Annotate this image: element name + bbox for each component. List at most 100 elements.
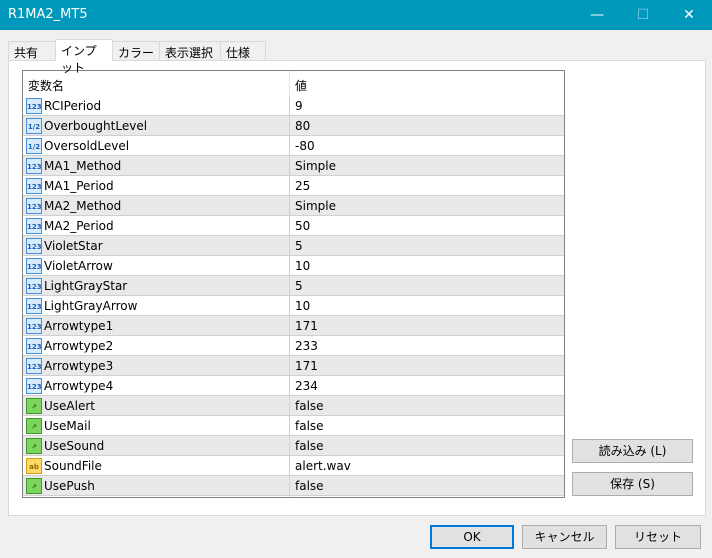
table-row[interactable]: 123 Arrowtype4 234 — [23, 376, 564, 396]
close-button[interactable]: ✕ — [666, 0, 712, 30]
cell-separator — [289, 96, 290, 116]
variable-value[interactable]: 10 — [295, 259, 310, 273]
variable-value[interactable]: Simple — [295, 199, 336, 213]
variable-value[interactable]: 233 — [295, 339, 318, 353]
variable-name: OverboughtLevel — [44, 119, 148, 133]
variable-value[interactable]: alert.wav — [295, 459, 351, 473]
table-row[interactable]: 123 VioletStar 5 — [23, 236, 564, 256]
table-row[interactable]: 123 LightGrayArrow 10 — [23, 296, 564, 316]
double-icon: 1/2 — [26, 118, 42, 134]
variable-value[interactable]: 171 — [295, 319, 318, 333]
variable-name: Arrowtype4 — [44, 379, 114, 393]
variable-name: LightGrayArrow — [44, 299, 138, 313]
variable-value[interactable]: 50 — [295, 219, 310, 233]
variable-value[interactable]: false — [295, 419, 324, 433]
cell-separator — [289, 316, 290, 336]
cell-separator — [289, 236, 290, 256]
table-row[interactable]: ↗ UsePush false — [23, 476, 564, 496]
variable-value[interactable]: false — [295, 399, 324, 413]
header-variable[interactable]: 変数名 — [28, 77, 64, 94]
save-button[interactable]: 保存 (S) — [572, 472, 693, 496]
table-row[interactable]: 123 MA2_Method Simple — [23, 196, 564, 216]
table-row[interactable]: 123 Arrowtype2 233 — [23, 336, 564, 356]
inputs-grid: 変数名 値 123 RCIPeriod 9 1/2 OverboughtLevel… — [22, 70, 565, 498]
tab-visualization[interactable]: 表示選択 — [159, 41, 221, 60]
variable-name: UseSound — [44, 439, 105, 453]
cell-separator — [289, 476, 290, 496]
table-row[interactable]: 123 MA1_Method Simple — [23, 156, 564, 176]
boolean-icon: ↗ — [26, 398, 42, 414]
cell-separator — [289, 456, 290, 476]
variable-value[interactable]: 9 — [295, 99, 303, 113]
cell-separator — [289, 176, 290, 196]
variable-value[interactable]: false — [295, 479, 324, 493]
table-row[interactable]: 123 Arrowtype1 171 — [23, 316, 564, 336]
variable-value[interactable]: 25 — [295, 179, 310, 193]
cell-separator — [289, 396, 290, 416]
table-row[interactable]: ↗ UseAlert false — [23, 396, 564, 416]
reset-button[interactable]: リセット — [615, 525, 701, 549]
table-row[interactable]: 123 Arrowtype3 171 — [23, 356, 564, 376]
integer-icon: 123 — [26, 198, 42, 214]
integer-icon: 123 — [26, 378, 42, 394]
integer-icon: 123 — [26, 278, 42, 294]
variable-name: VioletStar — [44, 239, 103, 253]
load-button[interactable]: 読み込み (L) — [572, 439, 693, 463]
variable-name: MA1_Method — [44, 159, 122, 173]
boolean-icon: ↗ — [26, 478, 42, 494]
variable-value[interactable]: false — [295, 439, 324, 453]
variable-value[interactable]: Simple — [295, 159, 336, 173]
cell-separator — [289, 436, 290, 456]
table-row[interactable]: ab SoundFile alert.wav — [23, 456, 564, 476]
minimize-button[interactable]: — — [574, 0, 620, 30]
cell-separator — [289, 136, 290, 156]
string-icon: ab — [26, 458, 42, 474]
variable-value[interactable]: 5 — [295, 279, 303, 293]
header-value[interactable]: 値 — [295, 77, 307, 94]
variable-name: LightGrayStar — [44, 279, 128, 293]
variable-value[interactable]: 234 — [295, 379, 318, 393]
cell-separator — [289, 116, 290, 136]
integer-icon: 123 — [26, 98, 42, 114]
variable-name: UsePush — [44, 479, 95, 493]
table-row[interactable]: ↗ UseMail false — [23, 416, 564, 436]
window-title: R1MA2_MT5 — [8, 7, 88, 22]
table-row[interactable]: 123 RCIPeriod 9 — [23, 96, 564, 116]
variable-value[interactable]: -80 — [295, 139, 315, 153]
table-row[interactable]: 1/2 OverboughtLevel 80 — [23, 116, 564, 136]
variable-value[interactable]: 5 — [295, 239, 303, 253]
grid-header: 変数名 値 — [23, 71, 564, 96]
integer-icon: 123 — [26, 258, 42, 274]
table-row[interactable]: 123 VioletArrow 10 — [23, 256, 564, 276]
variable-value[interactable]: 80 — [295, 119, 310, 133]
maximize-button[interactable]: ☐ — [620, 0, 666, 30]
integer-icon: 123 — [26, 358, 42, 374]
tab-colors[interactable]: カラー — [112, 41, 160, 60]
cell-separator — [289, 276, 290, 296]
integer-icon: 123 — [26, 338, 42, 354]
variable-name: UseAlert — [44, 399, 95, 413]
tab-inputs[interactable]: インプット — [55, 39, 113, 75]
variable-value[interactable]: 171 — [295, 359, 318, 373]
integer-icon: 123 — [26, 238, 42, 254]
variable-name: RCIPeriod — [44, 99, 102, 113]
cell-separator — [289, 356, 290, 376]
table-row[interactable]: 123 MA2_Period 50 — [23, 216, 564, 236]
tab-common[interactable]: 共有 — [8, 41, 56, 60]
integer-icon: 123 — [26, 298, 42, 314]
variable-name: SoundFile — [44, 459, 102, 473]
variable-name: VioletArrow — [44, 259, 113, 273]
table-row[interactable]: 123 LightGrayStar 5 — [23, 276, 564, 296]
table-row[interactable]: ↗ UseSound false — [23, 436, 564, 456]
integer-icon: 123 — [26, 318, 42, 334]
variable-value[interactable]: 10 — [295, 299, 310, 313]
tab-specs[interactable]: 仕様 — [220, 41, 266, 60]
table-row[interactable]: 123 MA1_Period 25 — [23, 176, 564, 196]
ok-button[interactable]: OK — [430, 525, 514, 549]
cell-separator — [289, 196, 290, 216]
cancel-button[interactable]: キャンセル — [522, 525, 607, 549]
table-row[interactable]: 1/2 OversoldLevel -80 — [23, 136, 564, 156]
cell-separator — [289, 416, 290, 436]
variable-name: Arrowtype3 — [44, 359, 114, 373]
double-icon: 1/2 — [26, 138, 42, 154]
